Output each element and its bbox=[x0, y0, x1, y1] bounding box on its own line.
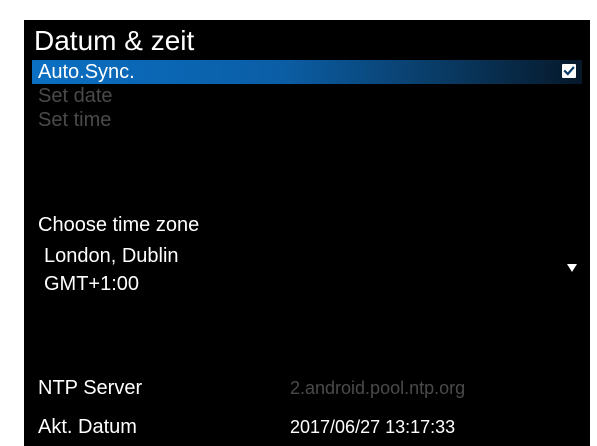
ntp-server-label: NTP Server bbox=[38, 377, 143, 399]
current-date-label: Akt. Datum bbox=[38, 416, 137, 438]
ntp-server-value: 2.android.pool.ntp.org bbox=[290, 378, 466, 398]
set-date-row: Set date bbox=[32, 84, 582, 108]
checkbox-checked-icon[interactable] bbox=[562, 64, 576, 78]
set-time-label: Set time bbox=[38, 109, 112, 131]
date-time-settings-panel: Datum & zeit Auto.Sync. Set date Set tim… bbox=[24, 20, 590, 446]
set-time-row: Set time bbox=[32, 108, 582, 132]
time-zone-heading: Choose time zone bbox=[38, 214, 200, 236]
auto-sync-label: Auto.Sync. bbox=[38, 61, 135, 83]
time-zone-offset[interactable]: GMT+1:00 bbox=[44, 271, 139, 297]
page-title: Datum & zeit bbox=[34, 25, 195, 56]
auto-sync-row[interactable]: Auto.Sync. bbox=[32, 60, 582, 84]
dropdown-arrow-icon[interactable] bbox=[566, 263, 578, 273]
current-date-value: 2017/06/27 13:17:33 bbox=[290, 417, 456, 437]
set-date-label: Set date bbox=[38, 85, 113, 107]
time-zone-city[interactable]: London, Dublin bbox=[44, 243, 179, 269]
